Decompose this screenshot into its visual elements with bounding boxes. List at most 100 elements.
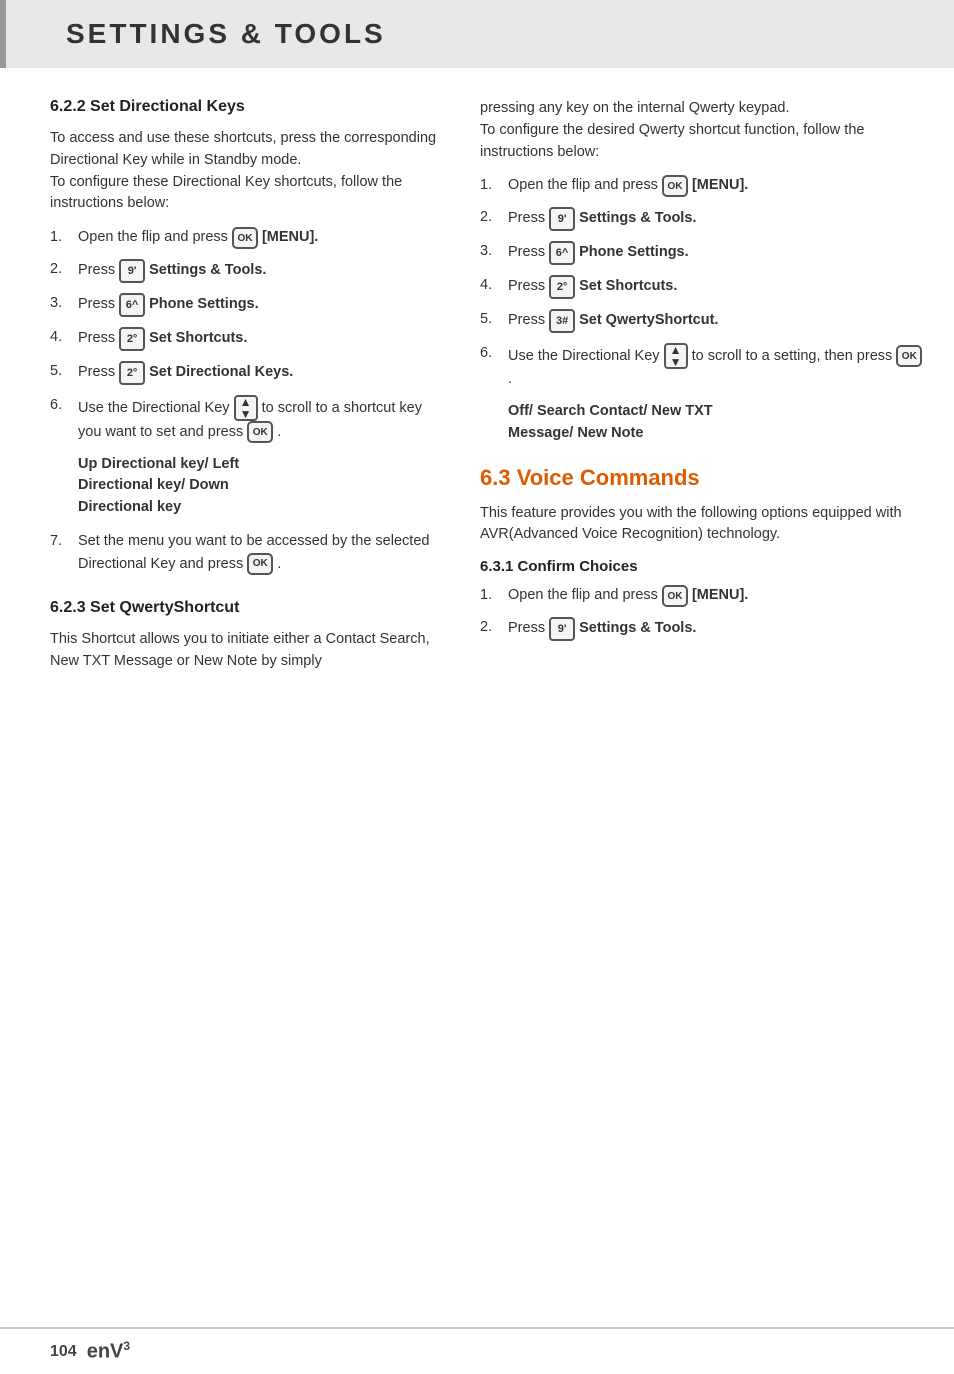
step-right-2: 2. Press 9' Settings & Tools. — [480, 207, 924, 231]
step-content-6: Use the Directional Key ▲▼ to scroll to … — [78, 395, 440, 444]
step-num-2: 2. — [50, 259, 78, 281]
step-r5-text: Press — [508, 310, 545, 332]
step-631-num-2: 2. — [480, 617, 508, 639]
section-631: 6.3.1 Confirm Choices 1. Open the flip a… — [480, 558, 924, 641]
step-r6-end: . — [508, 371, 512, 387]
section-631-heading: 6.3.1 Confirm Choices — [480, 558, 924, 575]
step-r1-text: Open the flip and press — [508, 175, 658, 197]
step-right-1: 1. Open the flip and press OK [MENU]. — [480, 175, 924, 197]
step-left-5: 5. Press 2° Set Directional Keys. — [50, 361, 440, 385]
step-5-text: Press — [78, 362, 115, 384]
step-left-7: 7. Set the menu you want to be accessed … — [50, 531, 440, 575]
key-6-icon-r3: 6^ — [549, 241, 575, 265]
page-title: SETTINGS & TOOLS — [66, 18, 386, 50]
step-right-content-1: Open the flip and press OK [MENU]. — [508, 175, 748, 197]
right-column: pressing any key on the internal Qwerty … — [460, 98, 954, 685]
step-right-content-6: Use the Directional Key ▲▼ to scroll to … — [508, 343, 924, 391]
dir-key-icon-l6: ▲▼ — [234, 395, 258, 421]
step-2-text: Press — [78, 260, 115, 282]
section-622-intro: To access and use these shortcuts, press… — [50, 128, 440, 215]
step-r1-suffix: [MENU]. — [692, 175, 748, 197]
brand-text: enV — [87, 1341, 124, 1363]
step-r6-text: Use the Directional Key — [508, 348, 664, 364]
step-num-7: 7. — [50, 531, 78, 553]
step-r2-bold: Settings & Tools. — [579, 208, 696, 230]
page-container: SETTINGS & TOOLS 6.2.2 Set Directional K… — [0, 0, 954, 1374]
step-content-4: Press 2° Set Shortcuts. — [78, 327, 247, 351]
step-6-text: Use the Directional Key — [78, 400, 234, 416]
step-right-content-2: Press 9' Settings & Tools. — [508, 207, 696, 231]
step-3-text: Press — [78, 294, 115, 316]
step-6-note: Up Directional key/ Left Directional key… — [78, 454, 440, 519]
step-6-end: . — [277, 424, 281, 440]
step-1-text: Open the flip and press — [78, 227, 228, 249]
ok-key-icon-r1: OK — [662, 175, 688, 197]
step-num-4: 4. — [50, 327, 78, 349]
step-right-num-4: 4. — [480, 275, 508, 297]
left-column: 6.2.2 Set Directional Keys To access and… — [0, 98, 460, 685]
step-left-1: 1. Open the flip and press OK [MENU]. — [50, 227, 440, 249]
step-4-text: Press — [78, 328, 115, 350]
brand-sup: 3 — [123, 1339, 130, 1353]
footer-page-number: 104 — [50, 1343, 77, 1361]
dir-key-icon-r6: ▲▼ — [664, 343, 688, 369]
ok-key-icon-631-1: OK — [662, 585, 688, 607]
step-content-3: Press 6^ Phone Settings. — [78, 293, 259, 317]
step-631-content-2: Press 9' Settings & Tools. — [508, 617, 696, 641]
step-num-1: 1. — [50, 227, 78, 249]
section-63-heading: 6.3 Voice Commands — [480, 465, 924, 491]
step-7-end: . — [277, 555, 281, 571]
step-content-2: Press 9' Settings & Tools. — [78, 259, 266, 283]
step-r2-text: Press — [508, 208, 545, 230]
key-2-icon-l4: 2° — [119, 327, 145, 351]
step-content-7: Set the menu you want to be accessed by … — [78, 531, 440, 575]
section-63: 6.3 Voice Commands This feature provides… — [480, 465, 924, 547]
step-right-num-3: 3. — [480, 241, 508, 263]
step-right-3: 3. Press 6^ Phone Settings. — [480, 241, 924, 265]
step-left-3: 3. Press 6^ Phone Settings. — [50, 293, 440, 317]
step-right-content-5: Press 3# Set QwertyShortcut. — [508, 309, 718, 333]
ok-key-icon-l6: OK — [247, 421, 273, 443]
step-right-content-4: Press 2° Set Shortcuts. — [508, 275, 677, 299]
section-623-intro: This Shortcut allows you to initiate eit… — [50, 629, 440, 673]
step-631-2: 2. Press 9' Settings & Tools. — [480, 617, 924, 641]
step-r5-bold: Set QwertyShortcut. — [579, 310, 718, 332]
step-right-5: 5. Press 3# Set QwertyShortcut. — [480, 309, 924, 333]
step-content-5: Press 2° Set Directional Keys. — [78, 361, 293, 385]
step-num-5: 5. — [50, 361, 78, 383]
step-1-suffix: [MENU]. — [262, 227, 318, 249]
step-631-2-bold: Settings & Tools. — [579, 618, 696, 640]
step-2-bold: Settings & Tools. — [149, 260, 266, 282]
step-right-num-5: 5. — [480, 309, 508, 331]
step-left-2: 2. Press 9' Settings & Tools. — [50, 259, 440, 283]
step-631-2-text: Press — [508, 618, 545, 640]
step-num-6: 6. — [50, 395, 78, 417]
key-9-icon-r2: 9' — [549, 207, 575, 231]
section-622: 6.2.2 Set Directional Keys To access and… — [50, 98, 440, 575]
ok-key-icon-1: OK — [232, 227, 258, 249]
right-col-intro: pressing any key on the internal Qwerty … — [480, 98, 924, 163]
footer-brand: enV3 — [87, 1339, 130, 1364]
step-r6-cont: to scroll to a setting, then press — [692, 348, 897, 364]
ok-key-icon-l7: OK — [247, 553, 273, 575]
content-columns: 6.2.2 Set Directional Keys To access and… — [0, 68, 954, 685]
step-left-4: 4. Press 2° Set Shortcuts. — [50, 327, 440, 351]
section-622-heading: 6.2.2 Set Directional Keys — [50, 98, 440, 116]
step-right-content-3: Press 6^ Phone Settings. — [508, 241, 689, 265]
section-623-heading: 6.2.3 Set QwertyShortcut — [50, 599, 440, 617]
key-6-icon-l3: 6^ — [119, 293, 145, 317]
step-631-1-text: Open the flip and press — [508, 585, 658, 607]
step-num-3: 3. — [50, 293, 78, 315]
key-2-icon-r4: 2° — [549, 275, 575, 299]
footer: 104 enV3 — [0, 1327, 954, 1374]
section-623: 6.2.3 Set QwertyShortcut This Shortcut a… — [50, 599, 440, 673]
step-r6-note: Off/ Search Contact/ New TXT Message/ Ne… — [508, 401, 924, 445]
key-2-icon-l5: 2° — [119, 361, 145, 385]
step-631-content-1: Open the flip and press OK [MENU]. — [508, 585, 748, 607]
step-4-bold: Set Shortcuts. — [149, 328, 247, 350]
section-63-intro: This feature provides you with the follo… — [480, 503, 924, 547]
step-5-bold: Set Directional Keys. — [149, 362, 293, 384]
step-r3-text: Press — [508, 242, 545, 264]
step-631-num-1: 1. — [480, 585, 508, 607]
key-9-icon-l2: 9' — [119, 259, 145, 283]
